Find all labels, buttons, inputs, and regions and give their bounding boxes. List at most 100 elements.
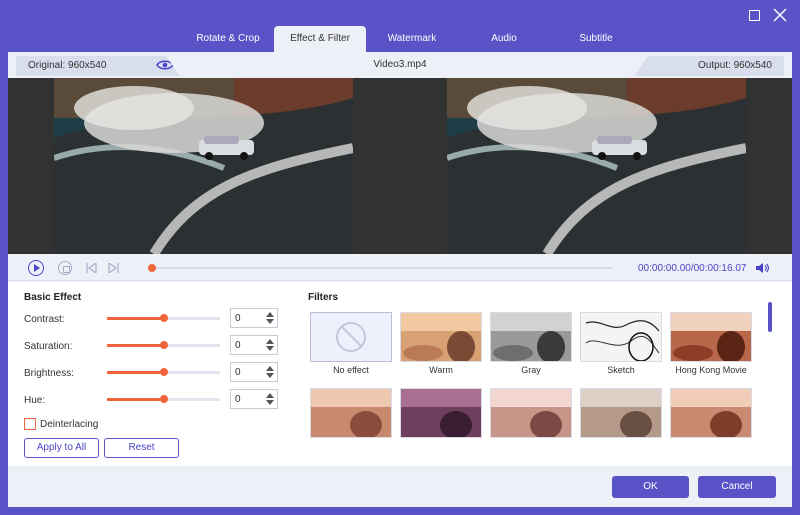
contrast-up-icon[interactable] xyxy=(266,312,274,317)
brightness-slider-fill xyxy=(107,371,164,374)
saturation-up-icon[interactable] xyxy=(266,339,274,344)
volume-icon[interactable] xyxy=(755,262,769,274)
filter-gray[interactable]: Gray xyxy=(490,312,572,375)
total-time: 00:00:16.07 xyxy=(693,263,747,274)
deinterlacing-label: Deinterlacing xyxy=(40,419,99,430)
tab-bar: Rotate & Crop Effect & Filter Watermark … xyxy=(182,26,642,52)
hue-label: Hue: xyxy=(24,395,46,406)
gray-thumbnail xyxy=(490,312,572,362)
progress-track[interactable] xyxy=(152,267,612,269)
settings-panel: Basic Effect Contrast: Saturation: xyxy=(8,282,792,466)
maximize-icon[interactable] xyxy=(749,10,760,21)
filter-grid: No effect Warm Gray Sketch Hong Kong Mov… xyxy=(310,312,760,462)
hue-slider[interactable] xyxy=(107,395,220,403)
contrast-down-icon[interactable] xyxy=(266,319,274,324)
saturation-input[interactable] xyxy=(231,336,259,354)
tab-watermark[interactable]: Watermark xyxy=(366,26,458,52)
hue-row: Hue: xyxy=(24,389,294,409)
filter-preview-thumbnail xyxy=(670,388,752,438)
output-size-tag: Output: 960x540 xyxy=(634,56,784,76)
hue-input[interactable] xyxy=(231,390,259,408)
hue-down-icon[interactable] xyxy=(266,400,274,405)
hue-slider-thumb[interactable] xyxy=(159,395,168,403)
contrast-label: Contrast: xyxy=(24,314,65,325)
brightness-up-icon[interactable] xyxy=(266,366,274,371)
filter-name: Warm xyxy=(429,365,453,375)
filter-hong-kong-movie[interactable]: Hong Kong Movie xyxy=(670,312,752,375)
saturation-slider-fill xyxy=(107,344,164,347)
hong-kong-movie-thumbnail xyxy=(670,312,752,362)
reset-button[interactable]: Reset xyxy=(104,438,179,458)
saturation-row: Saturation: xyxy=(24,335,294,355)
filter-preview-thumbnail xyxy=(580,388,662,438)
filter-name: Sketch xyxy=(607,365,635,375)
editor-panel: Original: 960x540 Video3.mp4 Output: 960… xyxy=(8,52,792,507)
contrast-input[interactable] xyxy=(231,309,259,327)
saturation-slider-thumb[interactable] xyxy=(159,341,168,349)
filters-title: Filters xyxy=(308,292,339,303)
hue-slider-fill xyxy=(107,398,164,401)
time-display: 00:00:00.00/00:00:16.07 xyxy=(638,263,746,274)
progress-handle[interactable] xyxy=(148,264,156,272)
tab-subtitle[interactable]: Subtitle xyxy=(550,26,642,52)
filter-thumbnail[interactable] xyxy=(490,388,572,438)
original-preview xyxy=(8,78,399,254)
filter-name: Hong Kong Movie xyxy=(675,365,747,375)
stop-icon[interactable] xyxy=(58,261,72,275)
filter-preview-thumbnail xyxy=(310,388,392,438)
cancel-button[interactable]: Cancel xyxy=(698,476,776,498)
no-effect-thumbnail xyxy=(310,312,392,362)
apply-to-all-button[interactable]: Apply to All xyxy=(24,438,99,458)
brightness-slider-thumb[interactable] xyxy=(159,368,168,376)
warm-thumbnail xyxy=(400,312,482,362)
filter-scrollbar[interactable] xyxy=(768,302,772,332)
output-preview xyxy=(401,78,792,254)
output-video-frame xyxy=(447,78,746,254)
hue-stepper[interactable] xyxy=(230,389,278,409)
tab-rotate-crop[interactable]: Rotate & Crop xyxy=(182,26,274,52)
ok-button[interactable]: OK xyxy=(612,476,689,498)
contrast-row: Contrast: xyxy=(24,308,294,328)
filter-name: No effect xyxy=(333,365,369,375)
filter-no-effect[interactable]: No effect xyxy=(310,312,392,375)
current-time: 00:00:00.00 xyxy=(638,263,691,274)
filter-thumbnail[interactable] xyxy=(310,388,392,438)
info-bar: Original: 960x540 Video3.mp4 Output: 960… xyxy=(8,52,792,78)
hue-up-icon[interactable] xyxy=(266,393,274,398)
sketch-thumbnail xyxy=(580,312,662,362)
saturation-label: Saturation: xyxy=(24,341,73,352)
brightness-input[interactable] xyxy=(231,363,259,381)
filter-preview-thumbnail xyxy=(400,388,482,438)
output-size-label: Output: 960x540 xyxy=(698,60,772,71)
filter-name: Gray xyxy=(521,365,541,375)
saturation-stepper[interactable] xyxy=(230,335,278,355)
contrast-slider-fill xyxy=(107,317,164,320)
brightness-label: Brightness: xyxy=(24,368,75,379)
tab-audio[interactable]: Audio xyxy=(458,26,550,52)
saturation-slider[interactable] xyxy=(107,341,220,349)
brightness-stepper[interactable] xyxy=(230,362,278,382)
filter-thumbnail[interactable] xyxy=(400,388,482,438)
tab-effect-filter[interactable]: Effect & Filter xyxy=(274,26,366,52)
dialog-footer: OK Cancel xyxy=(8,466,792,507)
contrast-stepper[interactable] xyxy=(230,308,278,328)
playback-controls: 00:00:00.00/00:00:16.07 xyxy=(8,254,792,281)
brightness-down-icon[interactable] xyxy=(266,373,274,378)
saturation-down-icon[interactable] xyxy=(266,346,274,351)
play-icon[interactable] xyxy=(28,260,44,276)
deinterlacing-checkbox[interactable] xyxy=(24,418,36,430)
preview-area xyxy=(8,78,792,254)
filter-warm[interactable]: Warm xyxy=(400,312,482,375)
brightness-slider[interactable] xyxy=(107,368,220,376)
previous-frame-icon[interactable] xyxy=(86,263,97,273)
brightness-row: Brightness: xyxy=(24,362,294,382)
filter-thumbnail[interactable] xyxy=(580,388,662,438)
next-frame-icon[interactable] xyxy=(108,263,119,273)
contrast-slider-thumb[interactable] xyxy=(159,314,168,322)
title-bar: Rotate & Crop Effect & Filter Watermark … xyxy=(0,0,800,52)
contrast-slider[interactable] xyxy=(107,314,220,322)
filter-thumbnail[interactable] xyxy=(670,388,752,438)
filter-preview-thumbnail xyxy=(490,388,572,438)
filter-sketch[interactable]: Sketch xyxy=(580,312,662,375)
close-icon[interactable] xyxy=(773,8,787,22)
